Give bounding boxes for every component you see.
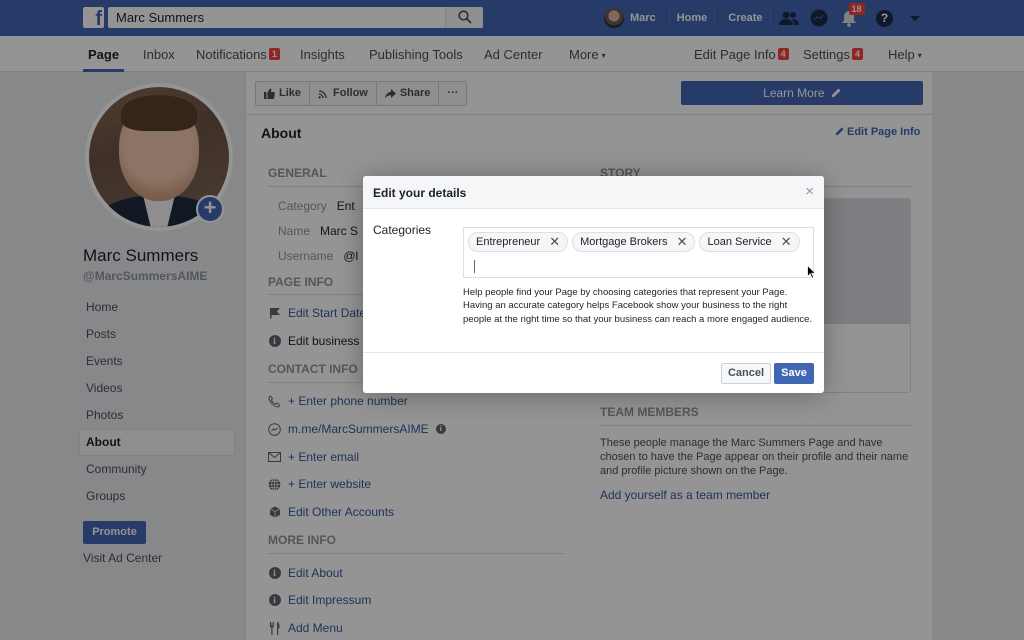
save-button[interactable]: Save bbox=[774, 363, 814, 384]
categories-label: Categories bbox=[373, 223, 432, 237]
category-token: Mortgage Brokers ✕ bbox=[572, 232, 696, 252]
remove-token-icon[interactable]: ✕ bbox=[549, 235, 560, 249]
mouse-pointer-icon bbox=[807, 265, 817, 279]
cancel-button[interactable]: Cancel bbox=[721, 363, 771, 384]
categories-help-text: Help people find your Page by choosing c… bbox=[463, 287, 813, 325]
category-tokens: Entrepreneur ✕ Mortgage Brokers ✕ Loan S… bbox=[468, 232, 800, 252]
remove-token-icon[interactable]: ✕ bbox=[677, 235, 688, 249]
category-token: Entrepreneur ✕ bbox=[468, 232, 569, 252]
dialog-header: Edit your details × bbox=[363, 176, 824, 209]
dialog-title: Edit your details bbox=[373, 186, 467, 200]
text-caret bbox=[474, 260, 475, 273]
remove-token-icon[interactable]: ✕ bbox=[781, 235, 792, 249]
dialog-footer: Cancel Save bbox=[363, 352, 824, 393]
category-token-label: Loan Service bbox=[707, 236, 772, 248]
edit-details-dialog: Edit your details × Categories Entrepren… bbox=[363, 176, 824, 393]
categories-input[interactable]: Entrepreneur ✕ Mortgage Brokers ✕ Loan S… bbox=[463, 227, 814, 278]
category-token-label: Entrepreneur bbox=[476, 236, 541, 248]
category-token: Loan Service ✕ bbox=[699, 232, 800, 252]
category-token-label: Mortgage Brokers bbox=[580, 236, 668, 248]
close-icon[interactable]: × bbox=[805, 184, 814, 199]
